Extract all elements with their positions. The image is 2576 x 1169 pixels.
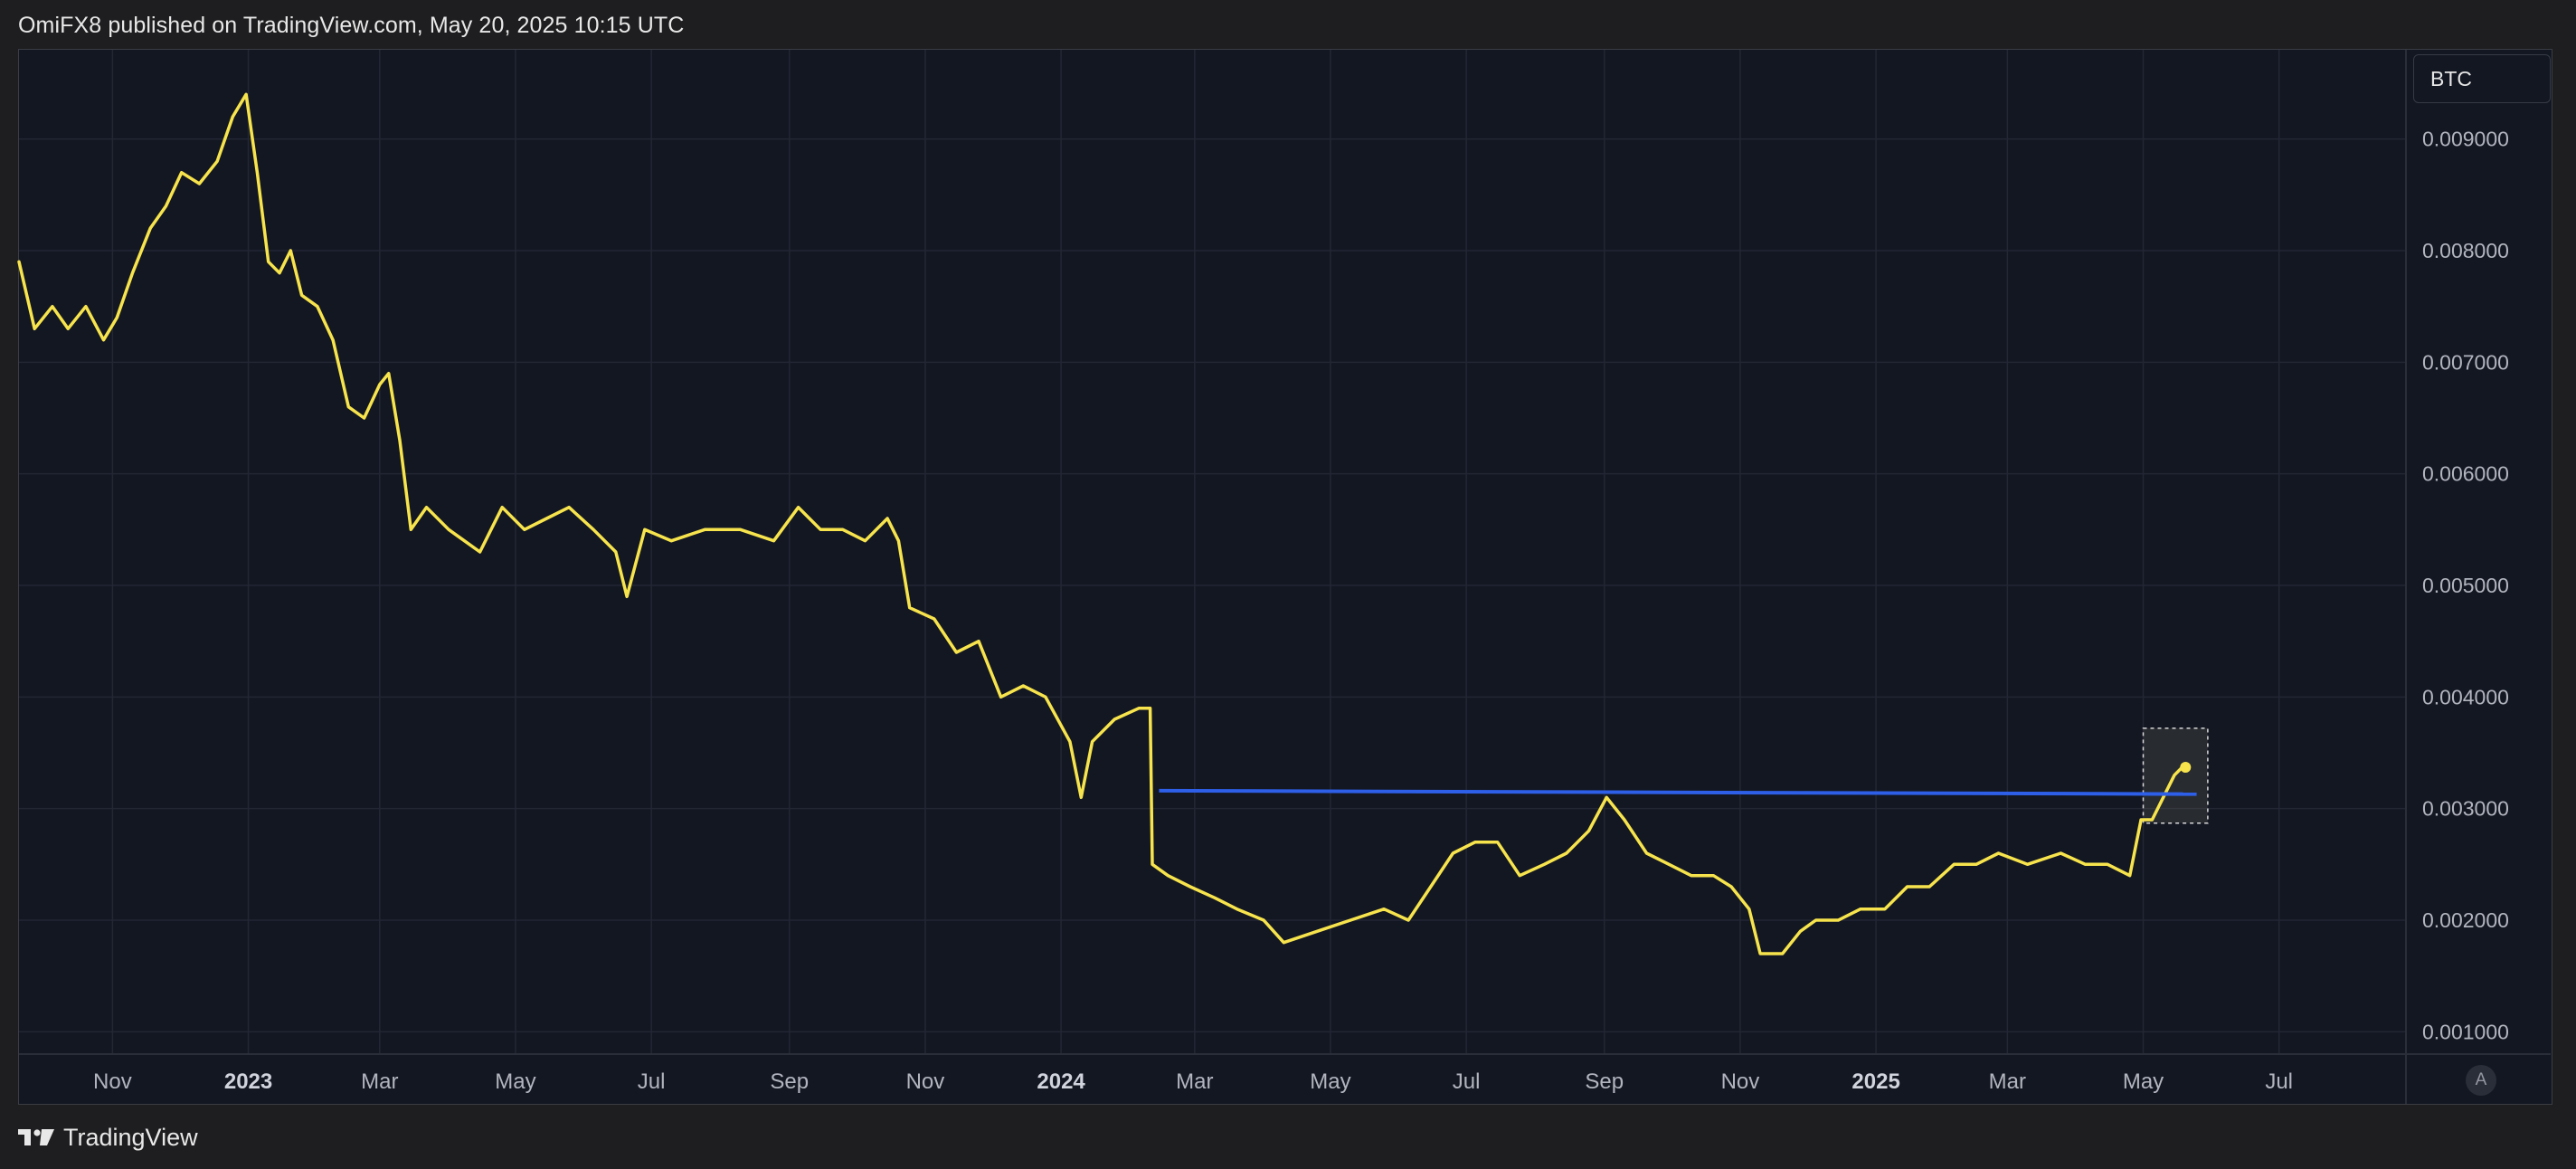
y-tick-label: 0.001000 (2422, 1020, 2509, 1043)
tradingview-logo-icon (18, 1129, 54, 1145)
x-tick-label: Jul (638, 1069, 666, 1094)
x-tick-label: 2023 (224, 1069, 272, 1094)
y-tick-label: 0.009000 (2422, 128, 2509, 151)
x-tick-label: 2024 (1037, 1069, 1085, 1094)
auto-scale-button[interactable]: A (2466, 1065, 2496, 1096)
y-tick-label: 0.004000 (2422, 685, 2509, 708)
last-price-marker (2180, 762, 2192, 774)
y-tick-label: 0.007000 (2422, 350, 2509, 374)
x-tick-label: Nov (1721, 1069, 1760, 1094)
x-tick-label: Mar (1989, 1069, 2026, 1094)
x-tick-label: Sep (1585, 1069, 1624, 1094)
x-tick-label: May (2123, 1069, 2164, 1094)
y-tick-label: 0.006000 (2422, 462, 2509, 486)
x-tick-label: Jul (2265, 1069, 2293, 1094)
y-tick-label: 0.002000 (2422, 908, 2509, 932)
tradingview-brand[interactable]: TradingView (18, 1122, 198, 1153)
symbol-label: BTC (2430, 66, 2472, 90)
x-tick-label: 2025 (1852, 1069, 1899, 1094)
price-chart[interactable]: 0.009000 0.008000 0.007000 0.006000 0.005000… (0, 0, 2576, 1169)
x-tick-label: Jul (1453, 1069, 1481, 1094)
brand-label: TradingView (63, 1123, 198, 1151)
horizontal-trendline (1159, 788, 2197, 796)
y-tick-label: 0.008000 (2422, 239, 2509, 262)
y-tick-label: 0.003000 (2422, 797, 2509, 821)
x-tick-label: May (495, 1069, 535, 1094)
y-tick-label: 0.005000 (2422, 574, 2509, 597)
x-tick-label: Mar (361, 1069, 398, 1094)
x-tick-label: Nov (906, 1069, 945, 1094)
x-tick-label: Nov (93, 1069, 132, 1094)
x-tick-label: May (1310, 1069, 1350, 1094)
symbol-legend[interactable]: BTC (2413, 54, 2551, 103)
x-tick-label: Sep (770, 1069, 809, 1094)
price-series-line (17, 92, 2188, 955)
x-tick-label: Mar (1176, 1069, 1213, 1094)
